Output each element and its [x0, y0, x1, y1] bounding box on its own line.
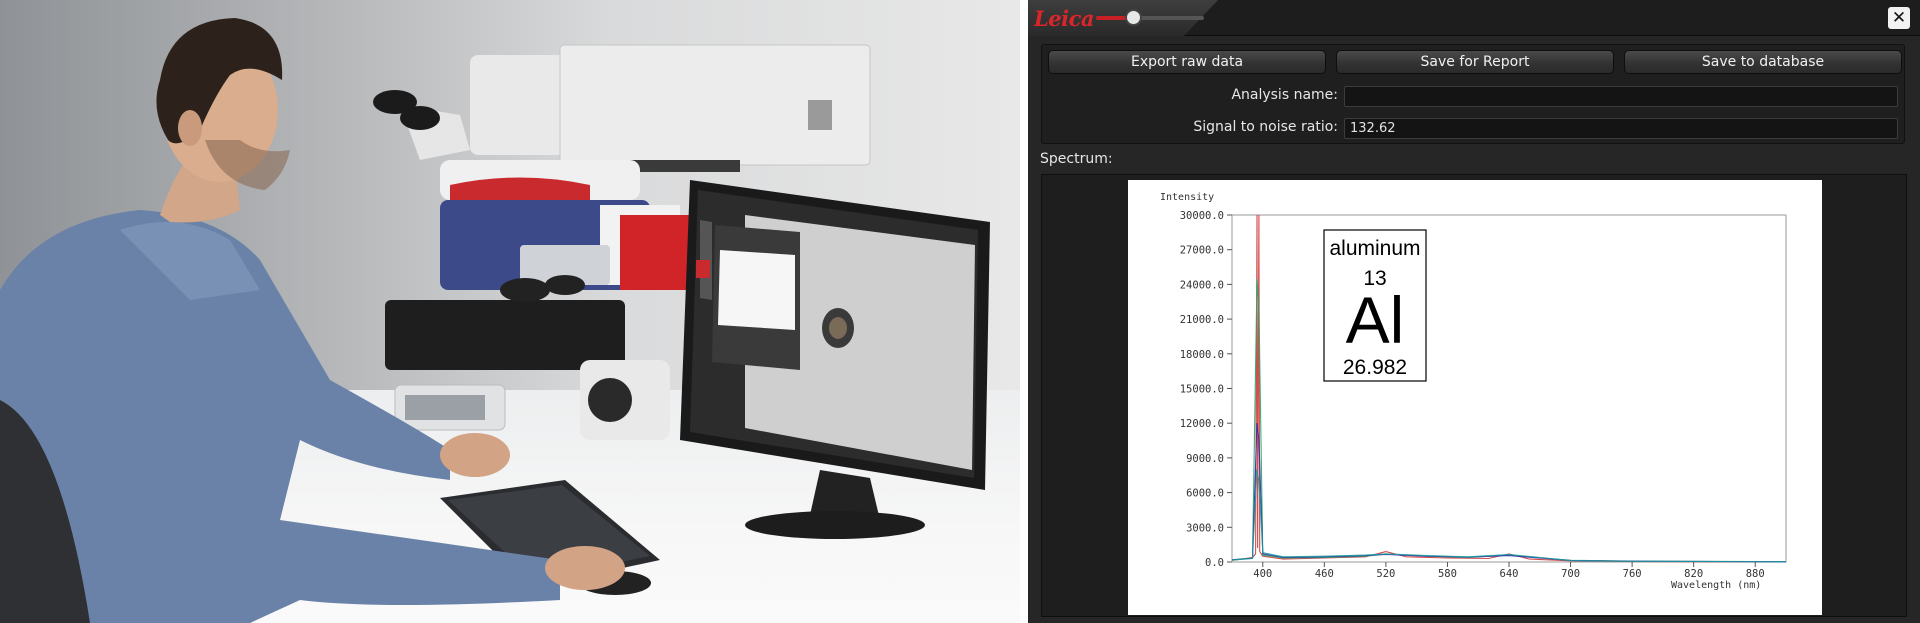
monitor	[680, 180, 990, 539]
plot-border	[1231, 214, 1787, 563]
save-to-database-button[interactable]: Save to database	[1624, 50, 1902, 74]
y-tick-label: 3000.0	[1186, 522, 1224, 534]
y-ticks: 0.0 3000.0 6000.0 9000.0 12000.0 15000.0 18000…	[1180, 210, 1232, 569]
controls-panel: Export raw data Save for Report Save to …	[1041, 44, 1905, 144]
y-tick-label: 12000.0	[1180, 418, 1224, 430]
element-mass: 26.982	[1343, 356, 1407, 379]
y-tick-label: 15000.0	[1180, 384, 1224, 396]
y-tick-label: 30000.0	[1180, 210, 1224, 222]
x-tick-label: 460	[1315, 568, 1334, 580]
x-tick-label: 880	[1746, 568, 1765, 580]
close-button[interactable]: ✕	[1888, 7, 1910, 29]
element-symbol: Al	[1346, 283, 1405, 357]
element-card: aluminum 13 Al 26.982	[1323, 229, 1427, 382]
spectrum-line	[1231, 423, 1787, 563]
spectrum-plot: Intensity Wavelength (nm) 0.0 3000.0 6000.…	[1128, 180, 1822, 615]
x-tick-label: 640	[1500, 568, 1519, 580]
x-axis-label: Wavelength (nm)	[1671, 580, 1761, 591]
save-for-report-button[interactable]: Save for Report	[1336, 50, 1614, 74]
leica-logo: Leica	[1034, 6, 1095, 31]
export-raw-data-button[interactable]: Export raw data	[1048, 50, 1326, 74]
slider-knob[interactable]	[1124, 9, 1142, 26]
photo-illustration	[0, 18, 990, 623]
y-tick-label: 6000.0	[1186, 488, 1224, 500]
spectrum-line	[1231, 214, 1786, 563]
x-tick-label: 700	[1561, 568, 1580, 580]
window-titlebar: Leica ✕	[1028, 0, 1920, 36]
y-tick-label: 9000.0	[1186, 453, 1224, 465]
snr-field[interactable]: 132.62	[1344, 118, 1898, 139]
plot-area	[1231, 214, 1787, 563]
brightness-slider[interactable]	[1096, 9, 1204, 26]
image-divider	[1020, 0, 1028, 623]
y-axis-label: Intensity	[1160, 192, 1214, 203]
y-tick-label: 27000.0	[1180, 245, 1224, 257]
microscope-photo	[0, 0, 1020, 623]
x-tick-label: 760	[1623, 568, 1642, 580]
y-tick-label: 24000.0	[1180, 279, 1224, 291]
analysis-name-field[interactable]	[1344, 86, 1898, 107]
spectrum-label: Spectrum:	[1040, 151, 1113, 167]
x-tick-label: 820	[1684, 568, 1703, 580]
element-name: aluminum	[1329, 237, 1420, 260]
snr-label: Signal to noise ratio:	[1193, 119, 1338, 135]
spectrum-line	[1231, 469, 1787, 563]
composite-image: Leica ✕ Export raw data Save for Report …	[0, 0, 1920, 623]
y-tick-label: 18000.0	[1180, 349, 1224, 361]
y-tick-label: 0.0	[1205, 557, 1224, 569]
x-tick-label: 580	[1438, 568, 1457, 580]
analysis-name-label: Analysis name:	[1231, 87, 1338, 103]
spectrum-series	[1231, 214, 1787, 563]
y-tick-label: 21000.0	[1180, 314, 1224, 326]
x-tick-label: 520	[1376, 568, 1395, 580]
x-tick-label: 400	[1253, 568, 1272, 580]
spectrum-line	[1231, 278, 1787, 563]
spectrum-chart: Intensity Wavelength (nm) 0.0 3000.0 6000.…	[1160, 192, 1787, 591]
x-ticks: 400 460 520 580 640 700 760 820 880	[1253, 562, 1765, 580]
